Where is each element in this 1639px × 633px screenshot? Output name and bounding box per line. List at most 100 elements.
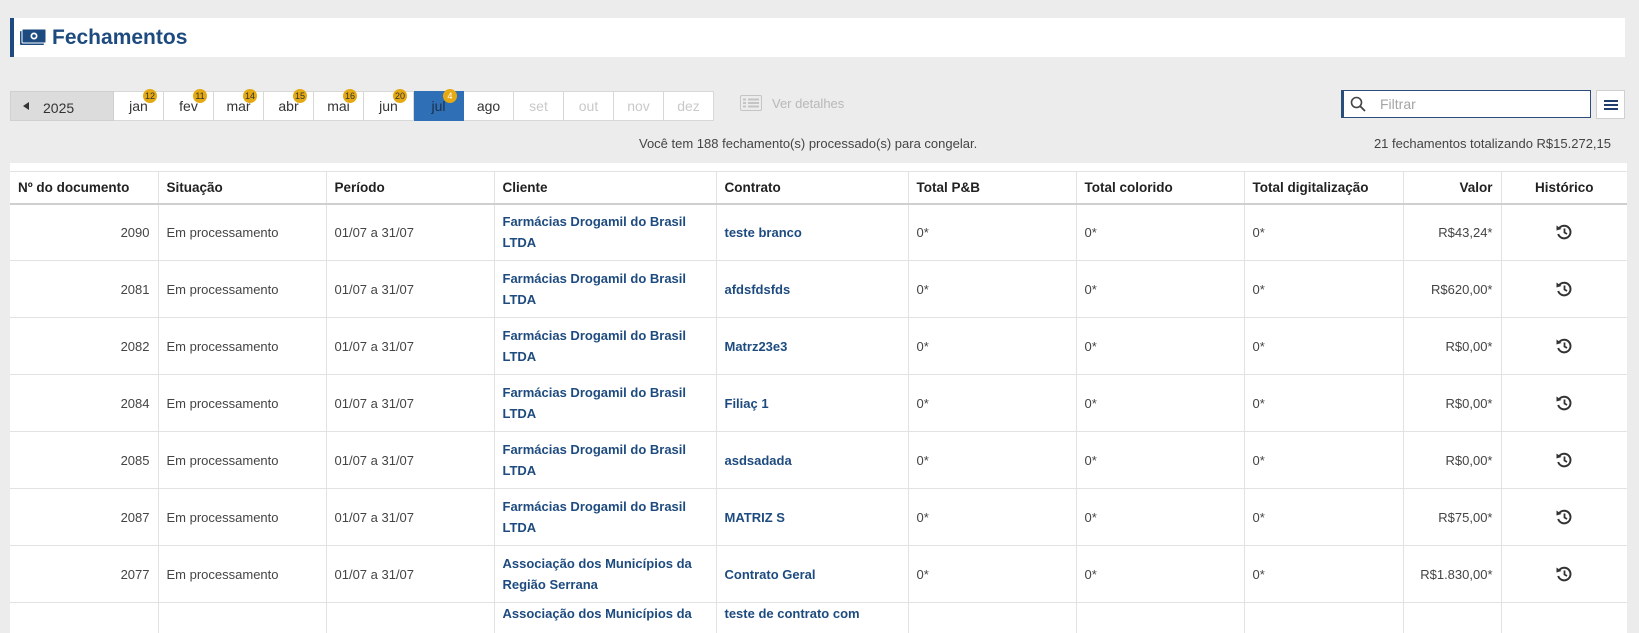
table-row[interactable]: 2087Em processamento01/07 a 31/07Farmáci… bbox=[10, 489, 1627, 546]
table-row[interactable]: 2084Em processamento01/07 a 31/07Farmáci… bbox=[10, 375, 1627, 432]
document-number-cell: 2082 bbox=[10, 318, 158, 375]
contract-link[interactable]: afdsfdsfds bbox=[716, 261, 908, 318]
total-message: 21 fechamentos totalizando R$15.272,15 bbox=[1374, 136, 1611, 151]
history-icon[interactable] bbox=[1555, 337, 1573, 355]
total-bw-cell: 0* bbox=[908, 318, 1076, 375]
client-link[interactable]: Farmácias Drogamil do Brasil LTDA bbox=[494, 318, 716, 375]
period-cell: 01/07 a 31/07 bbox=[326, 546, 494, 603]
total-bw-cell: 0* bbox=[908, 546, 1076, 603]
total-scan-cell: 0* bbox=[1244, 318, 1403, 375]
contract-link[interactable]: Contrato Geral bbox=[716, 546, 908, 603]
header-status[interactable]: Situação bbox=[158, 172, 326, 204]
history-cell[interactable] bbox=[1501, 318, 1627, 375]
client-link[interactable]: Farmácias Drogamil do Brasil LTDA bbox=[494, 375, 716, 432]
month-label: set bbox=[529, 98, 548, 114]
table-row[interactable]: 2090Em processamento01/07 a 31/07Farmáci… bbox=[10, 204, 1627, 261]
month-label: ago bbox=[477, 98, 500, 114]
document-number-cell: 2077 bbox=[10, 546, 158, 603]
client-link[interactable]: Farmácias Drogamil do Brasil LTDA bbox=[494, 204, 716, 261]
document-number-cell bbox=[10, 603, 158, 633]
processed-message: Você tem 188 fechamento(s) processado(s)… bbox=[639, 136, 977, 151]
history-icon[interactable] bbox=[1555, 394, 1573, 412]
client-link[interactable]: Farmácias Drogamil do Brasil LTDA bbox=[494, 432, 716, 489]
history-icon[interactable] bbox=[1555, 223, 1573, 241]
month-label: jul bbox=[431, 98, 445, 114]
details-label: Ver detalhes bbox=[772, 96, 844, 111]
contract-link[interactable]: asdsadada bbox=[716, 432, 908, 489]
table-row[interactable]: 2082Em processamento01/07 a 31/07Farmáci… bbox=[10, 318, 1627, 375]
contract-link[interactable]: MATRIZ S bbox=[716, 489, 908, 546]
header-period[interactable]: Período bbox=[326, 172, 494, 204]
value-cell: R$75,00* bbox=[1403, 489, 1501, 546]
table-header-row: Nº do documentoSituaçãoPeríodoClienteCon… bbox=[10, 172, 1627, 204]
filter-field[interactable] bbox=[1341, 90, 1591, 118]
history-cell[interactable] bbox=[1501, 204, 1627, 261]
history-cell[interactable] bbox=[1501, 489, 1627, 546]
header-total-bw[interactable]: Total P&B bbox=[908, 172, 1076, 204]
document-number-cell: 2084 bbox=[10, 375, 158, 432]
hamburger-icon bbox=[1604, 99, 1618, 111]
value-cell bbox=[1403, 603, 1501, 633]
prev-year-icon[interactable] bbox=[23, 102, 29, 110]
document-number-cell: 2090 bbox=[10, 204, 158, 261]
header-client[interactable]: Cliente bbox=[494, 172, 716, 204]
month-tab-dez: dez bbox=[664, 91, 714, 121]
table-row[interactable]: 2081Em processamento01/07 a 31/07Farmáci… bbox=[10, 261, 1627, 318]
value-cell: R$0,00* bbox=[1403, 375, 1501, 432]
list-details-icon bbox=[740, 95, 762, 111]
table-row[interactable]: 2085Em processamento01/07 a 31/07Farmáci… bbox=[10, 432, 1627, 489]
search-icon bbox=[1350, 96, 1366, 112]
history-cell[interactable] bbox=[1501, 261, 1627, 318]
value-cell: R$0,00* bbox=[1403, 432, 1501, 489]
total-scan-cell: 0* bbox=[1244, 375, 1403, 432]
month-tab-fev[interactable]: fev11 bbox=[164, 91, 214, 121]
total-color-cell: 0* bbox=[1076, 546, 1244, 603]
document-number-cell: 2081 bbox=[10, 261, 158, 318]
client-link[interactable]: Associação dos Municípios da Região Serr… bbox=[494, 546, 716, 603]
client-link[interactable]: Associação dos Municípios da bbox=[494, 603, 716, 633]
history-cell[interactable] bbox=[1501, 375, 1627, 432]
header-value[interactable]: Valor bbox=[1403, 172, 1501, 204]
history-icon[interactable] bbox=[1555, 565, 1573, 583]
history-cell[interactable] bbox=[1501, 432, 1627, 489]
month-tab-jan[interactable]: jan12 bbox=[114, 91, 164, 121]
month-tab-mai[interactable]: mai16 bbox=[314, 91, 364, 121]
history-cell[interactable] bbox=[1501, 546, 1627, 603]
history-icon[interactable] bbox=[1555, 280, 1573, 298]
month-tab-mar[interactable]: mar14 bbox=[214, 91, 264, 121]
value-cell: R$0,00* bbox=[1403, 318, 1501, 375]
client-link[interactable]: Farmácias Drogamil do Brasil LTDA bbox=[494, 489, 716, 546]
status-cell: Em processamento bbox=[158, 204, 326, 261]
history-cell[interactable] bbox=[1501, 603, 1627, 633]
header-document-number[interactable]: Nº do documento bbox=[10, 172, 158, 204]
header-contract[interactable]: Contrato bbox=[716, 172, 908, 204]
client-link[interactable]: Farmácias Drogamil do Brasil LTDA bbox=[494, 261, 716, 318]
status-cell: Em processamento bbox=[158, 546, 326, 603]
month-count-badge: 12 bbox=[143, 89, 157, 103]
contract-link[interactable]: teste de contrato com bbox=[716, 603, 908, 633]
value-cell: R$43,24* bbox=[1403, 204, 1501, 261]
status-cell: Em processamento bbox=[158, 489, 326, 546]
period-cell: 01/07 a 31/07 bbox=[326, 489, 494, 546]
menu-button[interactable] bbox=[1596, 90, 1625, 119]
header-total-color[interactable]: Total colorido bbox=[1076, 172, 1244, 204]
filter-input[interactable] bbox=[1380, 96, 1570, 112]
contract-link[interactable]: Matrz23e3 bbox=[716, 318, 908, 375]
month-tab-jul[interactable]: jul4 bbox=[414, 91, 464, 121]
month-tab-ago[interactable]: ago bbox=[464, 91, 514, 121]
closings-table-container: Nº do documentoSituaçãoPeríodoClienteCon… bbox=[10, 163, 1627, 633]
month-tab-jun[interactable]: jun20 bbox=[364, 91, 414, 121]
header-total-scan[interactable]: Total digitalização bbox=[1244, 172, 1403, 204]
table-row[interactable]: Associação dos Municípios dateste de con… bbox=[10, 603, 1627, 633]
page-header: Fechamentos bbox=[10, 18, 1625, 57]
total-color-cell: 0* bbox=[1076, 318, 1244, 375]
month-tab-abr[interactable]: abr15 bbox=[264, 91, 314, 121]
header-history[interactable]: Histórico bbox=[1501, 172, 1627, 204]
year-selector[interactable]: 2025 bbox=[10, 91, 114, 121]
table-row[interactable]: 2077Em processamento01/07 a 31/07Associa… bbox=[10, 546, 1627, 603]
contract-link[interactable]: teste branco bbox=[716, 204, 908, 261]
contract-link[interactable]: Filiaç 1 bbox=[716, 375, 908, 432]
history-icon[interactable] bbox=[1555, 508, 1573, 526]
history-icon[interactable] bbox=[1555, 451, 1573, 469]
details-button[interactable]: Ver detalhes bbox=[740, 95, 844, 111]
